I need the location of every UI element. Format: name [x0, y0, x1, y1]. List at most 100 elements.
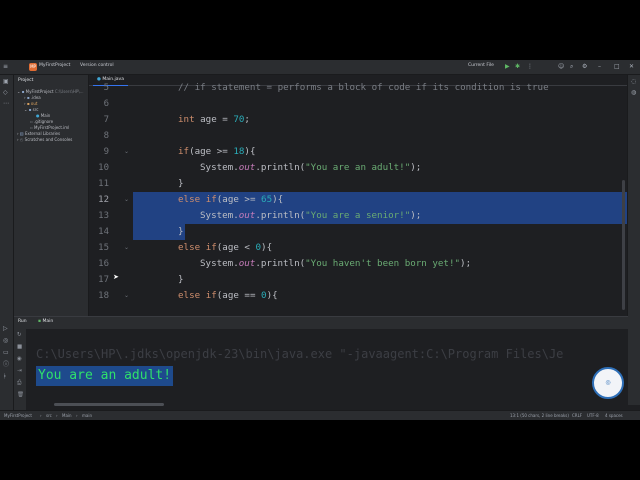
ide-window: ≡ MP MyFirstProject Version control Curr…	[0, 60, 640, 420]
chevron-down-icon: ⌄	[17, 89, 21, 94]
line-number: 17	[98, 275, 109, 285]
status-bar: MyFirstProject › src › Main › main 13:1 …	[0, 410, 640, 420]
project-panel-title[interactable]: Project	[18, 78, 33, 83]
line-number-current: 12	[98, 195, 109, 205]
right-tool-strip: ◌ ◍	[627, 75, 640, 405]
file-icon: ▫	[30, 119, 33, 124]
problems-icon[interactable]: ⓘ	[3, 361, 9, 368]
line-number: 6	[103, 99, 109, 109]
breadcrumb-main[interactable]: Main	[62, 413, 72, 418]
terminal-icon[interactable]: ▭	[3, 349, 9, 356]
fold-icon[interactable]: ⌄	[124, 288, 129, 304]
code-line: // if statement = performs a block of co…	[178, 82, 549, 93]
code-line: }	[178, 226, 184, 237]
chevron-right-icon: ›	[24, 95, 26, 100]
breadcrumb-method[interactable]: main	[82, 413, 92, 418]
search-icon[interactable]: ⌕	[570, 63, 573, 71]
run-config-selector[interactable]: Current File	[468, 63, 494, 68]
line-separator[interactable]: CRLF	[572, 413, 582, 418]
console-command: C:\Users\HP\.jdks\openjdk-23\bin\java.ex…	[36, 347, 564, 361]
caret-position[interactable]: 13:1 (50 chars, 2 line breaks)	[510, 413, 569, 418]
scratch-icon: ◴	[19, 137, 24, 142]
line-number: 14	[98, 227, 109, 237]
file-icon: ▫	[30, 125, 33, 130]
maximize-icon[interactable]: □	[614, 63, 620, 71]
class-icon: ●	[36, 113, 40, 118]
code-line: }	[178, 178, 184, 189]
run-tool-icon[interactable]: ▷	[3, 325, 8, 332]
project-tool-icon[interactable]: ▣	[3, 78, 9, 85]
chevron-down-icon: ⌄	[24, 107, 28, 112]
more-actions-icon[interactable]: ⋮	[527, 63, 533, 71]
code-line: System.out.println("You are an adult!");	[200, 162, 422, 173]
fold-icon[interactable]: ⌄	[124, 192, 129, 208]
line-number: 11	[98, 179, 109, 189]
folder-icon: ▪	[21, 89, 25, 94]
profile-icon[interactable]: ☺	[558, 63, 564, 71]
line-number: 15	[98, 243, 109, 253]
rerun-icon[interactable]: ↻	[17, 332, 22, 339]
line-number: 13	[98, 211, 109, 221]
folder-icon: ▪	[28, 107, 32, 112]
line-number: 7	[103, 115, 109, 125]
notifications-icon[interactable]: ◌	[631, 78, 636, 85]
editor-scrollbar[interactable]	[622, 180, 625, 310]
code-line: else if(age == 0){	[178, 290, 278, 301]
fold-icon[interactable]: ⌄	[124, 240, 129, 256]
console-scrollbar[interactable]	[54, 403, 164, 406]
line-number: 5	[103, 83, 109, 93]
print-icon[interactable]: ⎙	[17, 380, 21, 387]
chevron-right-icon: ›	[17, 131, 19, 136]
title-bar: ≡ MP MyFirstProject Version control Curr…	[0, 60, 640, 75]
minimize-icon[interactable]: –	[598, 63, 601, 71]
code-line: System.out.println("You haven't been bor…	[200, 258, 472, 269]
breadcrumb-sep: ›	[76, 413, 78, 418]
tab-main-run[interactable]: ▪ Main	[38, 319, 53, 324]
debug-icon[interactable]: ✱	[515, 63, 520, 71]
line-number: 16	[98, 259, 109, 269]
run-toolbar: ↻ ■ ◉ ⇥ ⎙ 🗑	[14, 329, 26, 411]
run-icon[interactable]: ▶	[505, 63, 510, 71]
commit-icon[interactable]: ◇	[3, 89, 8, 96]
line-number: 18	[98, 291, 109, 301]
breadcrumb-sep: ›	[56, 413, 58, 418]
services-icon[interactable]: ◎	[3, 337, 8, 344]
code-line: else if(age >= 65){	[178, 194, 284, 205]
run-panel-header: Run ▪ Main	[14, 317, 628, 329]
console-output: You are an adult!	[36, 366, 174, 386]
main-menu-icon[interactable]: ≡	[3, 63, 8, 71]
project-name[interactable]: MyFirstProject	[39, 63, 70, 68]
project-badge[interactable]: MP	[29, 63, 37, 71]
database-icon[interactable]: ◍	[631, 89, 636, 96]
close-icon[interactable]: ✕	[629, 63, 634, 71]
chevron-right-icon: ›	[17, 137, 19, 142]
git-icon[interactable]: ᚼ	[3, 373, 7, 380]
left-tool-strip: ▣ ◇ ⋯ ▷ ◎ ▭ ⓘ ᚼ	[0, 75, 14, 420]
indent-setting[interactable]: 4 spaces	[605, 413, 623, 418]
code-line: else if(age < 0){	[178, 242, 273, 253]
run-tab[interactable]: Run	[18, 319, 27, 324]
trash-icon[interactable]: 🗑	[17, 392, 24, 399]
breadcrumb-sep: ›	[40, 413, 42, 418]
structure-icon[interactable]: ⋯	[3, 100, 9, 107]
version-control-menu[interactable]: Version control	[80, 63, 114, 68]
folder-icon: ▪	[26, 95, 30, 100]
stop-icon[interactable]: ■	[17, 344, 22, 351]
exit-icon[interactable]: ⇥	[17, 368, 22, 375]
file-encoding[interactable]: UTF-8	[587, 413, 599, 418]
run-panel: Run ▪ Main ↻ ■ ◉ ⇥ ⎙ 🗑 C:\Users\HP\.jdks…	[14, 316, 628, 411]
library-icon: ▥	[19, 131, 24, 136]
tree-item-scratches[interactable]: › ◴ Scratches and Consoles	[17, 137, 72, 143]
fold-icon[interactable]: ⌄	[124, 144, 129, 160]
settings-icon[interactable]: ⚙	[582, 63, 587, 71]
mouse-pointer-icon: ➤	[113, 273, 119, 281]
chevron-right-icon: ›	[24, 101, 26, 106]
code-line: }	[178, 274, 184, 285]
breadcrumb-src[interactable]: src	[46, 413, 52, 418]
camera-icon[interactable]: ◉	[17, 356, 22, 363]
folder-icon: ▪	[26, 101, 30, 106]
breadcrumb-project[interactable]: MyFirstProject	[4, 413, 32, 418]
line-number: 9	[103, 147, 109, 157]
